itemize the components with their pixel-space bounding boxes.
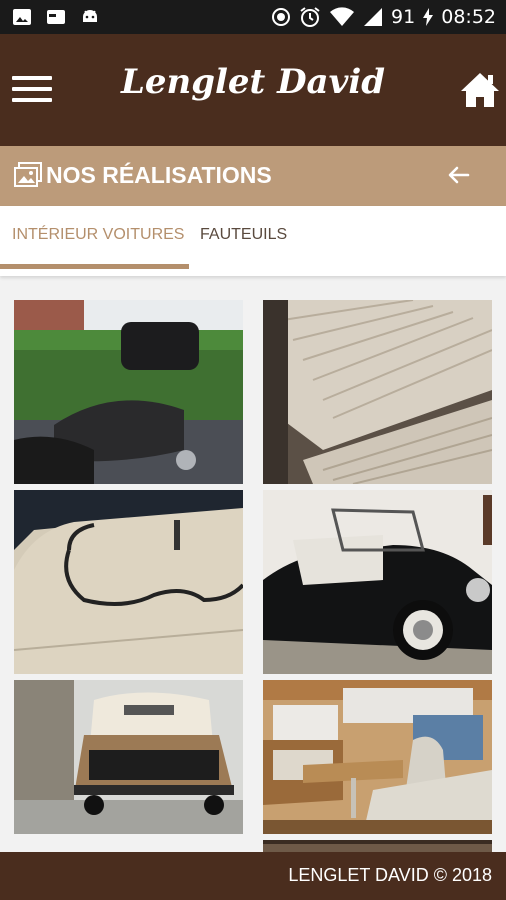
gallery-photo[interactable]: [14, 300, 243, 484]
status-bar: 91 08:52: [0, 0, 506, 34]
back-button[interactable]: [446, 162, 472, 188]
app-logo: Lenglet David: [120, 62, 386, 102]
footer-copyright: LENGLET DAVID © 2018: [288, 865, 492, 885]
gallery-photo[interactable]: [263, 300, 492, 484]
home-icon: [461, 73, 499, 107]
gallery-photo[interactable]: [14, 490, 243, 674]
charging-icon: [423, 8, 434, 26]
gallery-photo[interactable]: [263, 840, 492, 852]
gallery-photo[interactable]: [263, 680, 492, 834]
tab-fauteuils[interactable]: FAUTEUILS: [200, 226, 287, 244]
gallery-grid: [0, 276, 506, 852]
clock: 08:52: [441, 6, 496, 28]
gallery-photo[interactable]: [14, 680, 243, 834]
home-button[interactable]: [460, 70, 500, 110]
tab-interieur-voitures[interactable]: INTÉRIEUR VOITURES: [12, 226, 184, 244]
alarm-icon: [300, 7, 320, 27]
battery-level: 91: [391, 6, 416, 28]
wifi-icon: [330, 7, 355, 27]
android-notification-icon: [83, 10, 97, 22]
footer: LENGLET DAVID © 2018: [0, 852, 506, 900]
gallery-icon: [14, 162, 42, 187]
data-saver-icon: [272, 8, 291, 26]
app-bar: Lenglet David: [0, 34, 506, 146]
card-notification-icon: [47, 10, 65, 24]
active-tab-indicator: [0, 264, 189, 269]
back-arrow-icon: [448, 166, 470, 184]
image-notification-icon: [13, 9, 31, 25]
tab-bar: INTÉRIEUR VOITURES FAUTEUILS: [0, 206, 506, 276]
section-header: NOS RÉALISATIONS: [0, 146, 506, 206]
gallery-photo[interactable]: [263, 490, 492, 674]
section-title: NOS RÉALISATIONS: [46, 162, 272, 188]
signal-icon: [364, 8, 383, 26]
